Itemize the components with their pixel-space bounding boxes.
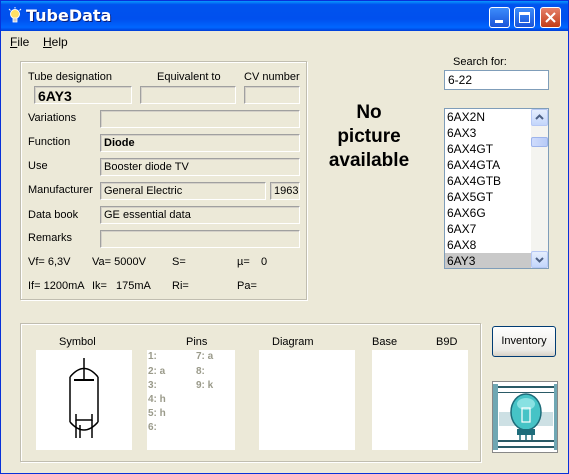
notice-line-1: No	[356, 102, 382, 123]
tube-designation-label: Tube designation	[28, 71, 112, 83]
use-label: Use	[28, 160, 48, 172]
s-value: S=	[172, 256, 186, 268]
pa-value: Pa=	[237, 280, 257, 292]
vf-value: Vf= 6,3V	[28, 256, 71, 268]
pin-8: 8:	[196, 366, 205, 377]
menu-bar: File Help	[1, 31, 568, 51]
function-field[interactable]: Diode	[100, 134, 300, 152]
tube-list-item[interactable]: 6AX4GTA	[445, 157, 533, 173]
chevron-down-icon	[535, 257, 544, 263]
manufacturer-label: Manufacturer	[28, 184, 93, 196]
close-icon	[545, 12, 556, 23]
pin-2: 2: a	[148, 366, 166, 377]
lightbulb-icon	[8, 7, 22, 23]
menu-help[interactable]: Help	[43, 35, 68, 49]
equivalent-label: Equivalent to	[157, 71, 221, 83]
tube-list-item[interactable]: 6AX3	[445, 125, 533, 141]
year-field[interactable]: 1963	[270, 182, 300, 200]
base-panel	[372, 350, 468, 450]
tube-list-item[interactable]: 6AX5GT	[445, 189, 533, 205]
tube-logo-image	[492, 381, 558, 453]
pin-4: 4: h	[148, 394, 166, 405]
tube-list-item[interactable]: 6AX4GT	[445, 141, 533, 157]
cv-number-label: CV number	[244, 71, 300, 83]
inventory-button[interactable]: Inventory	[492, 326, 556, 357]
window-title: TubeData	[26, 6, 112, 25]
tube-designation-field[interactable]: 6AY3	[34, 86, 132, 104]
manufacturer-field[interactable]: General Electric	[100, 182, 266, 200]
pin-9: 9: k	[196, 380, 214, 391]
notice-line-2: picture	[337, 126, 401, 147]
chevron-up-icon	[535, 114, 544, 120]
pin-3: 3:	[148, 380, 157, 391]
ri-value: Ri=	[172, 280, 189, 292]
scroll-down-button[interactable]	[531, 251, 548, 268]
ik-value: 175mA	[116, 280, 151, 292]
title-bar[interactable]: TubeData	[1, 1, 568, 31]
tube-list-item[interactable]: 6AX2N	[445, 109, 533, 125]
vacuum-tube-logo-icon	[493, 382, 557, 452]
function-label: Function	[28, 136, 71, 148]
tube-list-item[interactable]: 6AX6G	[445, 205, 533, 221]
menu-file[interactable]: File	[10, 35, 29, 49]
variations-label: Variations	[28, 112, 77, 124]
no-picture-notice: No picture available	[319, 101, 419, 173]
ik-label: Ik=	[92, 280, 107, 292]
mu-label: µ=	[237, 256, 250, 268]
close-button[interactable]	[540, 7, 561, 28]
use-field[interactable]: Booster diode TV	[100, 158, 300, 176]
minimize-button[interactable]	[489, 7, 510, 28]
tube-list-item[interactable]: 6AX8	[445, 237, 533, 253]
pin-6: 6:	[148, 422, 157, 433]
maximize-icon	[519, 12, 530, 23]
mu-value: 0	[261, 256, 268, 268]
diagram-label: Diagram	[272, 336, 314, 348]
list-scrollbar[interactable]	[531, 109, 548, 268]
remarks-field[interactable]	[100, 230, 300, 248]
va-value: Va= 5000V	[92, 256, 146, 268]
tube-list-item[interactable]: 6AY3	[445, 253, 533, 268]
if-value: If= 1200mA	[28, 280, 85, 292]
search-label: Search for:	[453, 56, 507, 68]
base-value: B9D	[436, 336, 458, 348]
variations-field[interactable]	[100, 110, 300, 128]
search-input[interactable]	[444, 70, 549, 90]
remarks-label: Remarks	[28, 232, 73, 244]
diagram-panel	[259, 350, 355, 450]
diode-tube-symbol	[69, 358, 99, 438]
base-label: Base	[372, 336, 398, 348]
maximize-button[interactable]	[514, 7, 535, 28]
pins-label: Pins	[186, 336, 208, 348]
pin-1: 1:	[148, 351, 157, 362]
databook-label: Data book	[28, 209, 79, 221]
notice-line-3: available	[328, 150, 410, 171]
pin-5: 5: h	[148, 408, 166, 419]
symbol-panel	[36, 350, 132, 450]
pin-7: 7: a	[196, 351, 214, 362]
cv-number-field[interactable]	[244, 86, 300, 104]
databook-field[interactable]: GE essential data	[100, 206, 300, 224]
tube-list-item[interactable]: 6AX4GTB	[445, 173, 533, 189]
tube-list-item[interactable]: 6AX7	[445, 221, 533, 237]
tube-listbox[interactable]: 6AX2N 6AX3 6AX4GT 6AX4GTA 6AX4GTB 6AX5GT 6AX6G…	[444, 108, 549, 269]
pins-panel: 1: 2: a 3: 4: h 5: h 6: 7: a 8: 9: k	[147, 350, 235, 450]
symbol-label: Symbol	[59, 336, 96, 348]
scroll-up-button[interactable]	[531, 109, 548, 126]
scroll-thumb[interactable]	[531, 137, 548, 147]
app-window: TubeData File Help Tube designation Equi…	[0, 0, 569, 474]
equivalent-field[interactable]	[140, 86, 236, 104]
minimize-icon	[495, 20, 503, 23]
